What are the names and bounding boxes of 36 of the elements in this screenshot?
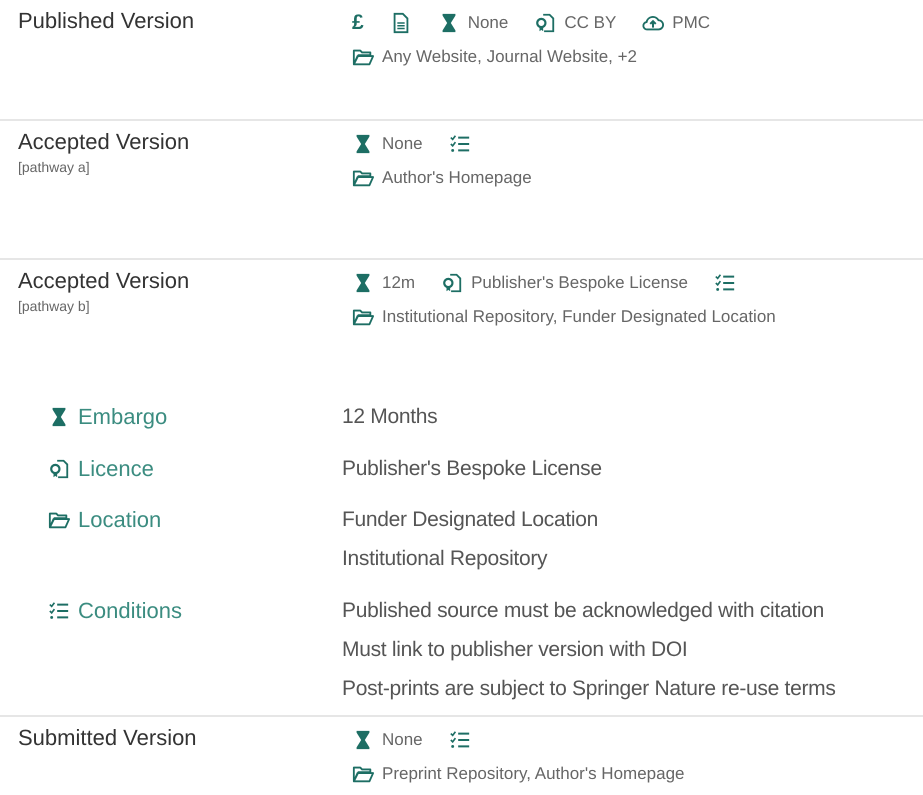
licence-icon [534, 12, 556, 34]
detail-value: 12 Months [342, 404, 438, 430]
pound-sign: £ [352, 11, 364, 35]
embargo-text: None [382, 730, 423, 750]
version-title: Accepted Version [18, 268, 190, 294]
detail-label: Conditions [78, 596, 182, 624]
locations-text: Author's Homepage [382, 168, 532, 188]
licence-text: CC BY [564, 13, 616, 33]
embargo-text: 12m [382, 273, 416, 293]
deposit-text: PMC [672, 13, 710, 33]
detail-value: Published source must be acknowledged with citation [342, 598, 825, 624]
checklist-icon [714, 272, 736, 294]
embargo-text: None [468, 13, 508, 33]
version-title: Accepted Version [18, 129, 190, 155]
detail-label: Licence [78, 454, 154, 482]
detail-value: Publisher's Bespoke License [342, 456, 603, 482]
embargo-text: None [382, 134, 423, 154]
detail-label: Location [78, 506, 162, 534]
licence-text: Publisher's Bespoke License [471, 273, 688, 293]
checklist-icon [448, 133, 471, 155]
pathway-label: [pathway a] [18, 159, 91, 175]
checklist-icon [448, 729, 471, 751]
pathway-label: [pathway b] [18, 298, 91, 314]
locations-text: Preprint Repository, Author's Homepage [382, 764, 684, 784]
detail-value: Institutional Repository [342, 546, 548, 572]
version-title: Published Version [18, 8, 196, 34]
licence-icon [48, 458, 70, 480]
detail-value: Post-prints are subject to Springer Nature re-use terms [342, 676, 837, 702]
locations-text: Any Website, Journal Website, +2 [382, 47, 637, 67]
locations-text: Institutional Repository, Funder Designated Location [382, 307, 776, 327]
licence-icon [441, 272, 464, 294]
detail-value: Must link to publisher version with DOI [342, 636, 688, 662]
checklist-icon [48, 600, 70, 622]
detail-value: Funder Designated Location [342, 507, 600, 533]
detail-label: Embargo [78, 403, 168, 431]
version-title: Submitted Version [18, 725, 198, 751]
